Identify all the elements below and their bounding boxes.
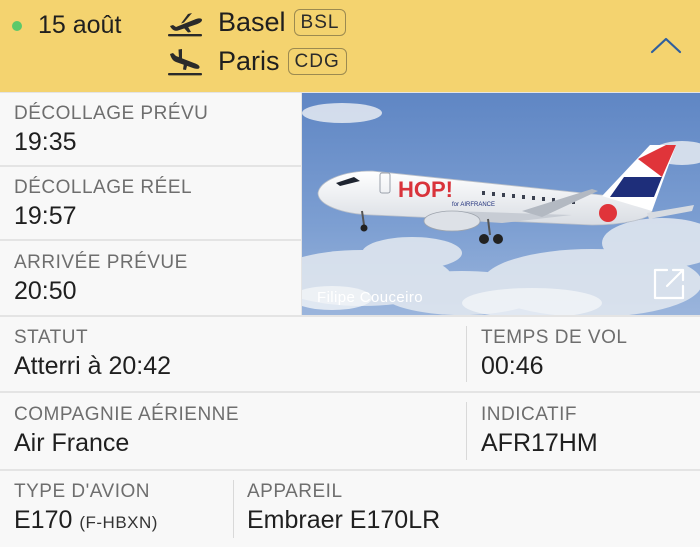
flight-header[interactable]: 15 août Basel BSL Paris CDG: [0, 0, 700, 92]
divider: [466, 402, 467, 460]
scheduled-departure-cell: DÉCOLLAGE PRÉVU 19:35: [0, 93, 301, 165]
airline-row: COMPAGNIE AÉRIENNE Air France INDICATIF …: [0, 393, 700, 469]
divider: [466, 326, 467, 382]
livery-subtext: for AIRFRANCE: [452, 202, 495, 208]
arrival-code-badge: CDG: [287, 48, 347, 75]
external-link-icon[interactable]: [652, 267, 686, 301]
aircraft-photo[interactable]: HOP! for AIRFRANCE Filipe Couceiro: [302, 93, 700, 315]
divider: [233, 480, 234, 538]
photo-credit: Filipe Couceiro: [317, 289, 424, 306]
livery-hop-text: HOP!: [398, 177, 453, 202]
aircraft-value: Embraer E170LR: [247, 506, 441, 534]
flight-time-value: 00:46: [481, 352, 544, 380]
scheduled-departure-label: DÉCOLLAGE PRÉVU: [14, 103, 209, 124]
status-row: STATUT Atterri à 20:42 TEMPS DE VOL 00:4…: [0, 317, 700, 391]
departure-code-badge: BSL: [293, 9, 347, 36]
aircraft-label: APPAREIL: [247, 481, 343, 502]
aircraft-image: HOP! for AIRFRANCE: [302, 93, 700, 315]
actual-departure-value: 19:57: [14, 202, 77, 230]
landing-icon: [168, 48, 202, 75]
scheduled-departure-value: 19:35: [14, 128, 77, 156]
actual-departure-cell: DÉCOLLAGE RÉEL 19:57: [0, 167, 301, 239]
aircraft-row: TYPE D'AVION E170 (F-HBXN) APPAREIL Embr…: [0, 471, 700, 547]
callsign-label: INDICATIF: [481, 404, 577, 425]
actual-departure-label: DÉCOLLAGE RÉEL: [14, 177, 193, 198]
callsign-value: AFR17HM: [481, 429, 598, 457]
aircraft-registration: (F-HBXN): [79, 513, 158, 532]
arrival-city: Paris: [218, 46, 280, 76]
aircraft-type-code: E170: [14, 506, 73, 534]
departure-city: Basel: [218, 7, 286, 37]
flight-time-group: TEMPS DE VOL 00:46: [481, 327, 627, 381]
takeoff-icon: [168, 12, 202, 36]
scheduled-arrival-value: 20:50: [14, 277, 77, 305]
aircraft-model-group: APPAREIL Embraer E170LR: [247, 481, 440, 535]
chevron-up-icon[interactable]: [648, 34, 684, 56]
scheduled-arrival-label: ARRIVÉE PRÉVUE: [14, 252, 188, 273]
scheduled-arrival-cell: ARRIVÉE PRÉVUE 20:50: [0, 241, 301, 315]
status-dot: [12, 21, 22, 31]
callsign-group: INDICATIF AFR17HM: [481, 404, 598, 458]
flight-time-label: TEMPS DE VOL: [481, 327, 628, 348]
flight-date: 15 août: [38, 11, 122, 39]
departure-row: Basel BSL: [166, 7, 347, 38]
arrival-row: Paris CDG: [166, 46, 347, 77]
